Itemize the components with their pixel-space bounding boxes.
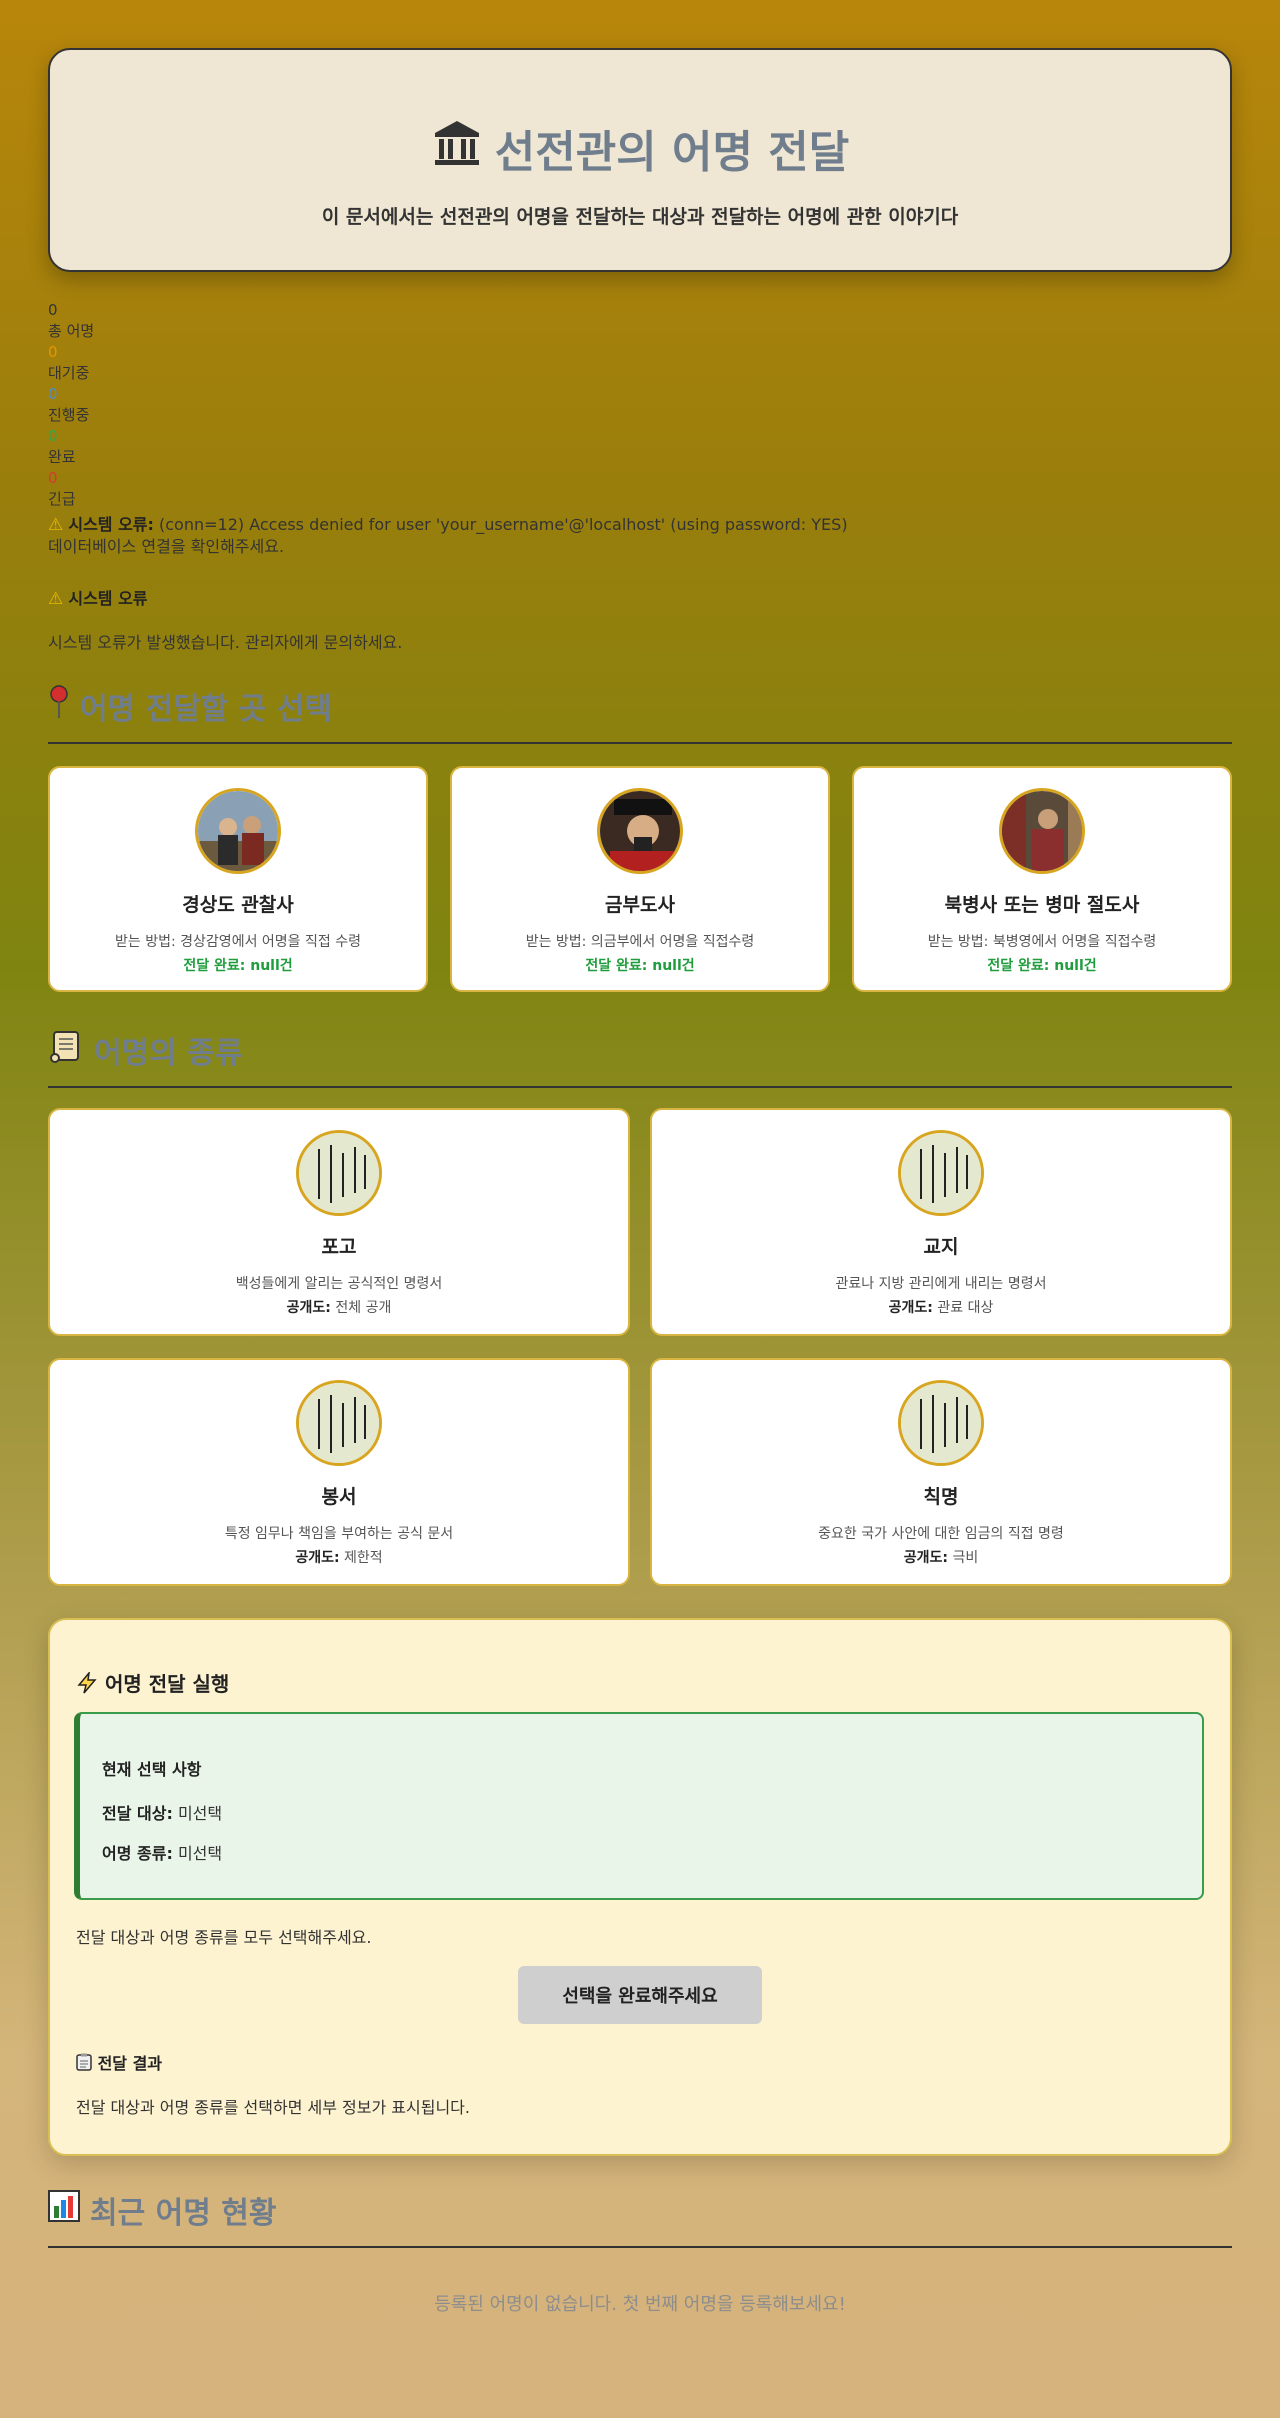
system-error-heading: ⚠ 시스템 오류 <box>48 585 148 609</box>
result-title: 전달 결과 <box>97 2054 163 2073</box>
calligraphy-icon <box>898 1380 984 1466</box>
stats-list: 0 총 어명 0 대기중 0 진행중 0 완료 0 긴급 <box>48 300 94 510</box>
target-card-geumbu[interactable]: 금부도사 받는 방법: 의금부에서 어명을 직접수령 전달 완료: null건 <box>450 766 830 992</box>
type-desc: 중요한 국가 사안에 대한 임금의 직접 명령 <box>818 1526 1064 1542</box>
selected-type: 어명 종류: 미선택 <box>102 1844 223 1863</box>
target-desc: 받는 방법: 북병영에서 어명을 직접수령 <box>927 934 1157 950</box>
target-done-count: 전달 완료: null건 <box>585 958 695 974</box>
page-title: 선전관의 어명 전달 <box>494 127 850 178</box>
current-selection-box: 현재 선택 사항 전달 대상: 미선택 어명 종류: 미선택 <box>74 1712 1204 1900</box>
execution-title: 어명 전달 실행 <box>104 1672 230 1696</box>
type-name: 봉서 <box>321 1486 357 1508</box>
avatar <box>999 788 1085 874</box>
stat-total-label: 총 어명 <box>48 322 95 340</box>
pin-icon <box>48 684 70 728</box>
targets-section-title: 어명 전달할 곳 선택 <box>48 684 332 728</box>
target-name: 금부도사 <box>605 894 675 916</box>
type-desc: 관료나 지방 관리에게 내리는 명령서 <box>835 1276 1047 1292</box>
stat-progress-value: 0 <box>48 385 58 403</box>
avatar <box>195 788 281 874</box>
recent-section-title: 최근 어명 현황 <box>48 2188 277 2232</box>
execution-panel: 어명 전달 실행 현재 선택 사항 전달 대상: 미선택 어명 종류: 미선택 … <box>48 1618 1232 2156</box>
stat-urgent-label: 긴급 <box>48 490 76 508</box>
divider <box>48 2246 1232 2248</box>
target-name: 경상도 관찰사 <box>182 894 294 916</box>
temple-icon <box>431 117 483 180</box>
divider <box>48 1086 1232 1088</box>
db-error-hint: 데이터베이스 연결을 확인해주세요. <box>48 537 285 556</box>
type-card-chikmyeong[interactable]: 칙명 중요한 국가 사안에 대한 임금의 직접 명령 공개도: 극비 <box>650 1358 1232 1586</box>
type-card-bongseo[interactable]: 봉서 특정 임무나 책임을 부여하는 공식 문서 공개도: 제한적 <box>48 1358 630 1586</box>
stat-waiting-value: 0 <box>48 343 58 361</box>
stat-waiting-label: 대기중 <box>48 364 90 382</box>
lightning-icon <box>76 1670 105 1696</box>
target-done-count: 전달 완료: null건 <box>987 958 1097 974</box>
calligraphy-icon <box>296 1130 382 1216</box>
page-subtitle: 이 문서에서는 선전관의 어명을 전달하는 대상과 전달하는 어명에 관한 이야… <box>321 206 959 228</box>
complete-selection-button[interactable]: 선택을 완료해주세요 <box>518 1966 762 2024</box>
target-done-count: 전달 완료: null건 <box>183 958 293 974</box>
target-name: 북병사 또는 병마 절도사 <box>944 894 1140 916</box>
type-desc: 특정 임무나 책임을 부여하는 공식 문서 <box>224 1526 454 1542</box>
target-desc: 받는 방법: 경상감영에서 어명을 직접 수령 <box>115 934 361 950</box>
scroll-icon <box>48 1028 84 1072</box>
type-open-level: 공개도: 극비 <box>903 1550 979 1566</box>
type-name: 칙명 <box>923 1486 959 1508</box>
type-open-level: 공개도: 전체 공개 <box>286 1300 392 1316</box>
types-section-title: 어명의 종류 <box>48 1028 242 1072</box>
stat-urgent-value: 0 <box>48 469 58 487</box>
type-name: 포고 <box>321 1236 357 1258</box>
clipboard-icon <box>76 2053 98 2073</box>
type-card-pogo[interactable]: 포고 백성들에게 알리는 공식적인 명령서 공개도: 전체 공개 <box>48 1108 630 1336</box>
current-selection-title: 현재 선택 사항 <box>102 1760 202 1779</box>
db-error-label: 시스템 오류: <box>68 515 154 534</box>
calligraphy-icon <box>898 1130 984 1216</box>
type-card-gyoji[interactable]: 교지 관료나 지방 관리에게 내리는 명령서 공개도: 관료 대상 <box>650 1108 1232 1336</box>
type-open-level: 공개도: 관료 대상 <box>888 1300 994 1316</box>
divider <box>48 742 1232 744</box>
system-error-message: 시스템 오류가 발생했습니다. 관리자에게 문의하세요. <box>48 633 403 652</box>
stat-progress-label: 진행중 <box>48 406 90 424</box>
db-error-message: (conn=12) Access denied for user 'your_u… <box>159 515 848 534</box>
type-open-level: 공개도: 제한적 <box>295 1550 383 1566</box>
type-desc: 백성들에게 알리는 공식적인 명령서 <box>235 1276 443 1292</box>
system-error-label: 시스템 오류 <box>68 589 148 608</box>
selection-hint: 전달 대상과 어명 종류를 모두 선택해주세요. <box>76 1928 372 1947</box>
target-desc: 받는 방법: 의금부에서 어명을 직접수령 <box>525 934 755 950</box>
warning-icon: ⚠ <box>48 589 64 609</box>
page-header: 선전관의 어명 전달 이 문서에서는 선전관의 어명을 전달하는 대상과 전달하… <box>48 48 1232 272</box>
stat-done-value: 0 <box>48 427 58 445</box>
stat-total-value: 0 <box>48 301 58 319</box>
stat-done-label: 완료 <box>48 448 76 466</box>
warning-icon: ⚠ <box>48 515 64 535</box>
avatar <box>597 788 683 874</box>
empty-state-message: 등록된 어명이 없습니다. 첫 번째 어명을 등록해보세요! <box>434 2294 846 2315</box>
target-card-bukbyeong[interactable]: 북병사 또는 병마 절도사 받는 방법: 북병영에서 어명을 직접수령 전달 완… <box>852 766 1232 992</box>
type-name: 교지 <box>923 1236 959 1258</box>
target-card-gyeongsang[interactable]: 경상도 관찰사 받는 방법: 경상감영에서 어명을 직접 수령 전달 완료: n… <box>48 766 428 992</box>
db-error: ⚠ 시스템 오류: (conn=12) Access denied for us… <box>48 514 848 558</box>
selected-target: 전달 대상: 미선택 <box>102 1804 223 1823</box>
result-text: 전달 대상과 어명 종류를 선택하면 세부 정보가 표시됩니다. <box>76 2098 470 2117</box>
calligraphy-icon <box>296 1380 382 1466</box>
bar-chart-icon <box>48 2190 80 2230</box>
